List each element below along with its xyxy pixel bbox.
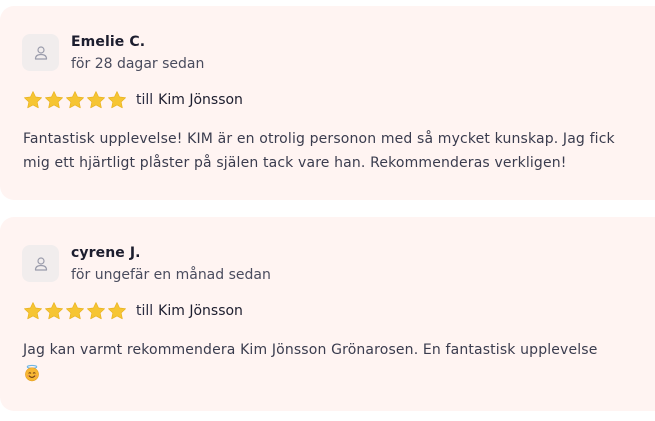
star-rating: [23, 90, 127, 110]
avatar: [22, 245, 59, 282]
review-author: cyrene J.: [71, 245, 141, 261]
review-text: Fantastisk upplevelse! KIM är en otrolig…: [23, 131, 615, 171]
recipient-prefix: till: [136, 303, 154, 319]
star-icon: [45, 91, 63, 109]
star-icon: [66, 91, 84, 109]
review-time: för ungefär en månad sedan: [71, 267, 271, 283]
review-author: Emelie C.: [71, 34, 146, 50]
recipient-name[interactable]: Kim Jönsson: [158, 303, 243, 319]
recipient-prefix: till: [136, 92, 154, 108]
review-time: för 28 dagar sedan: [71, 56, 205, 72]
star-icon: [24, 302, 42, 320]
star-icon: [108, 302, 126, 320]
star-icon: [87, 91, 105, 109]
user-icon: [34, 45, 47, 60]
user-icon: [34, 256, 47, 271]
review-recipient: till Kim Jönsson: [136, 303, 243, 319]
review-text: Jag kan varmt rekommendera Kim Jönsson G…: [23, 342, 598, 358]
star-rating: [23, 301, 127, 321]
star-icon: [45, 302, 63, 320]
review-card: Emelie C. för 28 dagar sedan till Kim Jön…: [0, 6, 655, 200]
review-rating: till Kim Jönsson: [23, 301, 243, 321]
recipient-name[interactable]: Kim Jönsson: [158, 92, 243, 108]
review-rating: till Kim Jönsson: [23, 90, 243, 110]
star-icon: [108, 91, 126, 109]
review-text-block: Jag kan varmt rekommendera Kim Jönsson G…: [23, 338, 637, 386]
star-icon: [66, 302, 84, 320]
avatar: [22, 34, 59, 71]
star-icon: [87, 302, 105, 320]
review-recipient: till Kim Jönsson: [136, 92, 243, 108]
review-card: cyrene J. för ungefär en månad sedan til…: [0, 217, 655, 411]
star-icon: [24, 91, 42, 109]
review-list: Emelie C. för 28 dagar sedan till Kim Jön…: [0, 0, 655, 421]
smiling-face-with-halo-icon: [25, 364, 39, 382]
